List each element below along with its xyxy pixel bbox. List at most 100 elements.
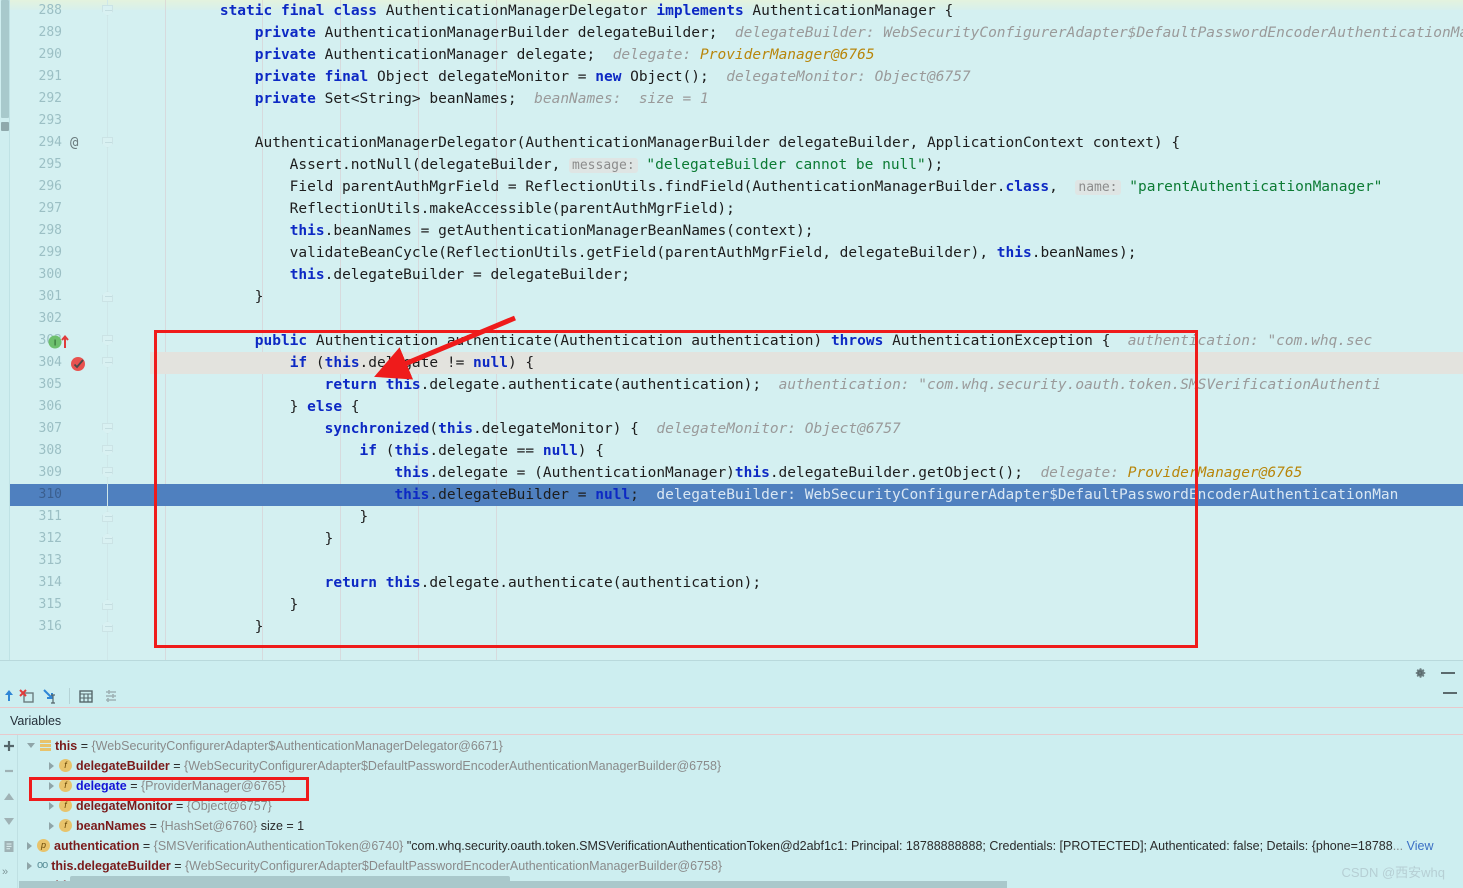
code-line[interactable]: private Set<String> beanNames; beanNames… bbox=[150, 88, 1463, 110]
settings-list-icon[interactable] bbox=[102, 687, 120, 705]
code-lines-container[interactable]: static final class AuthenticationManager… bbox=[150, 0, 1463, 660]
variable-row[interactable]: f beanNames = {HashSet@6760} size = 1 bbox=[19, 816, 1463, 836]
inline-debug-hint: beanNames: size = 1 bbox=[534, 91, 709, 107]
run-to-cursor-icon[interactable] bbox=[41, 687, 59, 705]
expand-triangle-icon[interactable] bbox=[27, 841, 32, 850]
inline-debug-hint: delegate: bbox=[1040, 465, 1128, 481]
expand-triangle-icon[interactable] bbox=[27, 861, 32, 870]
variable-row[interactable]: p authentication = {SMSVerificationAuthen… bbox=[19, 836, 1463, 856]
panel-divider-bar[interactable] bbox=[0, 660, 1463, 684]
step-out-icon[interactable] bbox=[0, 687, 18, 705]
code-editor[interactable]: static final class AuthenticationManager… bbox=[0, 0, 1463, 660]
code-line[interactable]: } bbox=[150, 286, 1463, 308]
code-fold-toggle[interactable] bbox=[102, 599, 113, 610]
code-line[interactable] bbox=[150, 550, 1463, 572]
code-fold-toggle[interactable] bbox=[102, 467, 113, 478]
code-fold-toggle[interactable] bbox=[102, 5, 113, 16]
force-step-into-icon[interactable] bbox=[18, 687, 36, 705]
watches-side-rail[interactable]: » bbox=[0, 735, 18, 888]
gear-icon[interactable] bbox=[1413, 666, 1427, 680]
code-line[interactable]: validateBeanCycle(ReflectionUtils.getFie… bbox=[150, 242, 1463, 264]
editor-left-scrollbar[interactable] bbox=[0, 0, 10, 660]
code-fold-toggle[interactable] bbox=[102, 445, 113, 456]
code-line[interactable]: } bbox=[150, 528, 1463, 550]
svg-text:I: I bbox=[54, 339, 56, 348]
code-token: class bbox=[333, 3, 378, 19]
line-number: 304 bbox=[38, 355, 62, 370]
code-line[interactable]: if (this.delegate == null) { bbox=[150, 440, 1463, 462]
code-fold-toggle[interactable] bbox=[102, 335, 113, 346]
code-fold-toggle[interactable] bbox=[102, 357, 113, 368]
copy-value-button[interactable] bbox=[2, 839, 16, 853]
expand-triangle-icon[interactable] bbox=[49, 801, 54, 810]
variable-row[interactable]: f delegate = {ProviderManager@6765} bbox=[19, 776, 1463, 796]
scrollbar-thumb-top[interactable] bbox=[1, 0, 9, 118]
code-line[interactable]: this.delegate = (AuthenticationManager)t… bbox=[150, 462, 1463, 484]
debug-toolbar[interactable] bbox=[0, 684, 1463, 708]
code-line[interactable]: return this.delegate.authenticate(authen… bbox=[150, 374, 1463, 396]
code-line[interactable]: synchronized(this.delegateMonitor) { del… bbox=[150, 418, 1463, 440]
code-line[interactable]: } else { bbox=[150, 396, 1463, 418]
expand-triangle-icon[interactable] bbox=[49, 821, 54, 830]
variable-row[interactable]: f delegateBuilder = {WebSecurityConfigure… bbox=[19, 756, 1463, 776]
expand-triangle-icon[interactable] bbox=[49, 781, 54, 790]
code-line[interactable]: Field parentAuthMgrField = ReflectionUti… bbox=[150, 176, 1463, 198]
toolbar-collapse-icon[interactable] bbox=[1443, 692, 1457, 694]
variables-panel-title: Variables bbox=[10, 714, 62, 728]
breakpoint-icon[interactable] bbox=[70, 356, 88, 372]
code-fold-toggle[interactable] bbox=[102, 423, 113, 434]
code-line[interactable]: static final class AuthenticationManager… bbox=[150, 0, 1463, 22]
code-line[interactable]: } bbox=[150, 594, 1463, 616]
variable-row[interactable]: f delegateMonitor = {Object@6757} bbox=[19, 796, 1463, 816]
add-watch-button[interactable] bbox=[2, 739, 16, 753]
code-token: final bbox=[280, 3, 325, 19]
code-line[interactable] bbox=[150, 308, 1463, 330]
variables-hscrollbar[interactable] bbox=[19, 881, 1007, 888]
code-token: this bbox=[438, 421, 474, 437]
variable-value: {Object@6757} bbox=[186, 799, 272, 813]
line-number: 293 bbox=[38, 113, 62, 128]
code-line[interactable]: private final Object delegateMonitor = n… bbox=[150, 66, 1463, 88]
code-line[interactable]: this.delegateBuilder = delegateBuilder; bbox=[150, 264, 1463, 286]
remove-watch-button[interactable] bbox=[2, 764, 16, 778]
field-icon: f bbox=[59, 799, 72, 813]
code-line[interactable]: if (this.delegate != null) { bbox=[150, 352, 1463, 374]
variable-row[interactable]: this = {WebSecurityConfigurerAdapter$Aut… bbox=[19, 736, 1463, 756]
variables-tree[interactable]: this = {WebSecurityConfigurerAdapter$Aut… bbox=[19, 736, 1463, 888]
code-fold-toggle[interactable] bbox=[102, 291, 113, 302]
expand-triangle-icon[interactable] bbox=[49, 761, 54, 770]
code-fold-toggle[interactable] bbox=[102, 137, 113, 148]
code-line[interactable]: private AuthenticationManager delegate; … bbox=[150, 44, 1463, 66]
override-annotation-icon[interactable]: @ bbox=[70, 135, 78, 151]
expand-more-button[interactable]: » bbox=[2, 865, 16, 879]
code-line[interactable]: return this.delegate.authenticate(authen… bbox=[150, 572, 1463, 594]
variable-name: authentication bbox=[54, 839, 140, 853]
code-line[interactable]: Assert.notNull(delegateBuilder, message:… bbox=[150, 154, 1463, 176]
code-line[interactable]: } bbox=[150, 506, 1463, 528]
code-line[interactable]: AuthenticationManagerDelegator(Authentic… bbox=[150, 132, 1463, 154]
variable-row[interactable]: oo this.delegateBuilder = {WebSecurityCon… bbox=[19, 856, 1463, 876]
editor-gutter[interactable]: 288 289 290 291 292 293 294 @295 296 297 298 299 300… bbox=[10, 0, 150, 660]
code-fold-toggle[interactable] bbox=[102, 621, 113, 632]
move-up-button[interactable] bbox=[2, 789, 16, 803]
scrollbar-thumb-marker[interactable] bbox=[1, 122, 9, 131]
code-line[interactable]: private AuthenticationManagerBuilder del… bbox=[150, 22, 1463, 44]
code-line[interactable] bbox=[150, 110, 1463, 132]
code-fold-toggle[interactable] bbox=[102, 533, 113, 544]
collapse-triangle-icon[interactable] bbox=[27, 743, 35, 749]
evaluate-expression-icon[interactable] bbox=[77, 687, 95, 705]
code-line[interactable]: this.beanNames = getAuthenticationManage… bbox=[150, 220, 1463, 242]
code-line[interactable]: this.delegateBuilder = null; delegateBui… bbox=[150, 484, 1463, 506]
code-line[interactable]: ReflectionUtils.makeAccessible(parentAut… bbox=[150, 198, 1463, 220]
code-line[interactable]: public Authentication authenticate(Authe… bbox=[150, 330, 1463, 352]
code-line[interactable]: } bbox=[150, 616, 1463, 638]
implementing-method-icon[interactable]: I bbox=[48, 334, 76, 350]
minimize-panel-icon[interactable] bbox=[1441, 672, 1455, 674]
view-value-link[interactable]: View bbox=[1403, 839, 1434, 853]
move-down-button[interactable] bbox=[2, 814, 16, 828]
code-fold-toggle[interactable] bbox=[102, 511, 113, 522]
